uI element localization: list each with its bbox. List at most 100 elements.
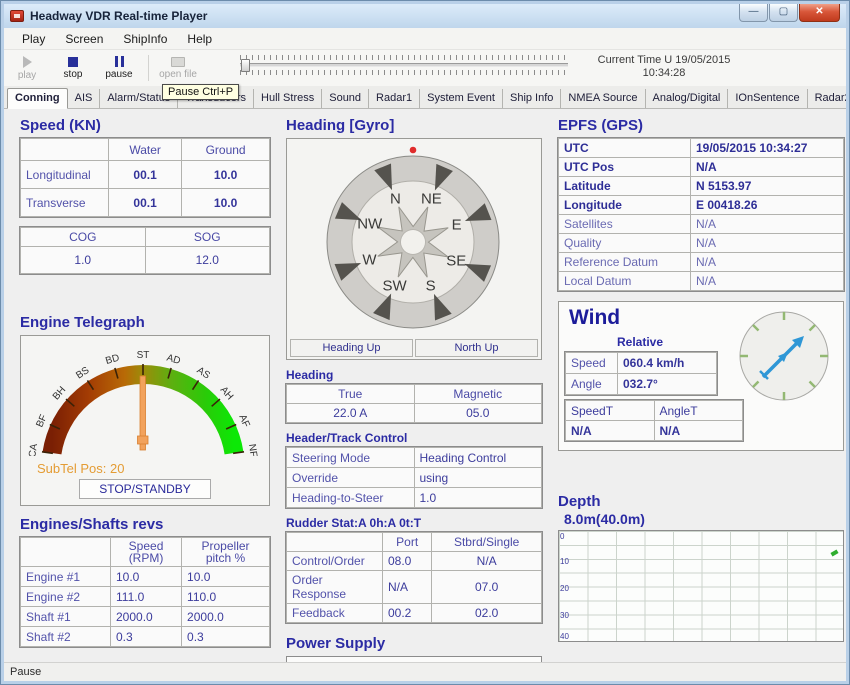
tab-conning[interactable]: Conning (7, 88, 68, 109)
current-time-clock: 10:34:28 (584, 67, 744, 80)
maximize-button[interactable]: ▢ (769, 4, 798, 22)
heading-up-button[interactable]: Heading Up (290, 339, 413, 357)
table-row: Local Datum N/A (559, 272, 844, 291)
telegraph-label: ST (137, 350, 150, 361)
sog-value: 12.0 (145, 247, 270, 274)
table-row: Quality N/A (559, 234, 844, 253)
status-bar: Pause (4, 662, 846, 681)
stop-button[interactable]: stop (50, 51, 96, 85)
compass-rose: N NE E SE S SW W NW (290, 142, 536, 332)
subtel-position: SubTel Pos: 20 (37, 461, 267, 476)
current-time-date: Current Time U 19/05/2015 (584, 54, 744, 67)
speed-title: Speed (KN) (20, 117, 270, 134)
tab-nmea-source[interactable]: NMEA Source (561, 89, 645, 108)
telegraph-label: AS (195, 365, 212, 382)
table-row: Latitude N 5153.97 (559, 177, 844, 196)
pause-button[interactable]: pause (96, 51, 142, 85)
wind-title: Wind (569, 306, 620, 330)
tab-hull-stress[interactable]: Hull Stress (254, 89, 322, 108)
stop-icon (68, 57, 78, 67)
tab-sound[interactable]: Sound (322, 89, 369, 108)
speed-table: Water Ground Longitudinal 00.1 10.0 Tran… (20, 138, 270, 217)
cog-header: COG (21, 228, 146, 247)
telegraph-label: AF (236, 413, 251, 429)
tab-analog-digital[interactable]: Analog/Digital (646, 89, 729, 108)
slider-thumb[interactable] (241, 59, 250, 72)
status-text: Pause (10, 666, 41, 678)
rudder-col-port: Port (383, 533, 432, 552)
table-row: Heading-to-Steer 1.0 (287, 488, 542, 508)
speed-col-water: Water (109, 139, 182, 161)
table-row: 22.0 A 05.0 (287, 404, 542, 423)
tab-ais[interactable]: AIS (68, 89, 101, 108)
tab-radar1[interactable]: Radar1 (369, 89, 420, 108)
rudder-col-stbrd: Stbrd/Single (432, 533, 542, 552)
compass-point-sw: SW (383, 277, 408, 294)
telegraph-label: BD (104, 353, 120, 367)
compass-point-se: SE (446, 252, 466, 269)
telegraph-dial: CA BF BH BS BD ST AD AS AH AF NF (23, 340, 263, 456)
power-supply-title: Power Supply (286, 635, 542, 652)
engine-telegraph-gauge: CA BF BH BS BD ST AD AS AH AF NF SubTel … (20, 335, 270, 506)
rudder-table: Port Stbrd/Single Control/Order 08.0 N/A… (286, 532, 542, 623)
compass-point-e: E (452, 216, 462, 233)
heading-title: Heading (286, 368, 542, 382)
wind-true-table: SpeedT AngleT N/A N/A (565, 400, 743, 441)
engine-telegraph-title: Engine Telegraph (20, 314, 270, 331)
current-time: Current Time U 19/05/2015 10:34:28 (584, 54, 744, 80)
table-row: Feedback 00.2 02.0 (287, 604, 542, 623)
tab-system-event[interactable]: System Event (420, 89, 503, 108)
play-button-label: play (18, 70, 36, 81)
table-row: Override using (287, 468, 542, 488)
table-row: Longitudinal 00.1 10.0 (21, 161, 270, 189)
heading-table: True Magnetic 22.0 A 05.0 (286, 384, 542, 423)
cog-sog-table: COG SOG 1.0 12.0 (20, 227, 270, 274)
timeline-slider[interactable] (240, 55, 568, 75)
table-row: Angle 032.7° (566, 374, 717, 395)
engines-shafts-title: Engines/Shafts revs (20, 516, 270, 533)
table-row: Shaft #1 2000.0 2000.0 (21, 607, 270, 627)
slider-ticks-top (240, 55, 568, 60)
slider-ticks-bottom (240, 70, 568, 75)
telegraph-label: CA (27, 443, 40, 456)
tab-ship-info[interactable]: Ship Info (503, 89, 561, 108)
stop-standby-button[interactable]: STOP/STANDBY (79, 479, 211, 499)
toolbar: play stop pause open file Current Time U… (4, 50, 846, 86)
gyro-compass-panel: N NE E SE S SW W NW Heading Up North Up (286, 138, 542, 360)
slider-track[interactable] (240, 63, 568, 67)
sog-header: SOG (145, 228, 270, 247)
north-up-button[interactable]: North Up (415, 339, 538, 357)
menu-play[interactable]: Play (12, 29, 55, 49)
engines-shafts-table: Speed(RPM) Propellerpitch % Engine #1 10… (20, 537, 270, 647)
menu-shipinfo[interactable]: ShipInfo (113, 29, 177, 49)
table-row: Order Response N/A 07.0 (287, 571, 542, 604)
telegraph-label: NF (246, 443, 259, 456)
depth-ytick: 20 (560, 584, 569, 593)
cog-value: 1.0 (21, 247, 146, 274)
play-button[interactable]: play (4, 51, 50, 85)
table-row: SpeedT AngleT (566, 401, 743, 421)
wind-relative-label: Relative (617, 335, 663, 349)
table-row: Reference Datum N/A (559, 253, 844, 272)
menu-screen[interactable]: Screen (55, 29, 113, 49)
lubber-line-marker (410, 147, 417, 154)
tab-bar: Conning AIS Alarm/Status Transducers Hul… (4, 86, 846, 109)
title-bar[interactable]: Headway VDR Real-time Player — ▢ ✕ (4, 4, 846, 28)
pause-tooltip: Pause Ctrl+P (162, 84, 239, 100)
table-row: Satellites N/A (559, 215, 844, 234)
es-col-pitch: Propellerpitch % (182, 538, 270, 567)
stop-button-label: stop (64, 69, 83, 80)
table-row: UTC 19/05/2015 10:34:27 (559, 139, 844, 158)
open-file-button[interactable]: open file (155, 51, 201, 85)
open-file-icon (171, 57, 185, 67)
tab-radar2[interactable]: Radar2 (808, 89, 846, 108)
table-row: UTC Pos N/A (559, 158, 844, 177)
close-button[interactable]: ✕ (799, 4, 840, 22)
track-control-table: Steering Mode Heading Control Override u… (286, 447, 542, 508)
telegraph-label: BF (34, 413, 49, 429)
depth-ytick: 40 (560, 632, 569, 641)
tab-ionsentence[interactable]: IOnSentence (728, 89, 807, 108)
minimize-button[interactable]: — (739, 4, 768, 22)
gyro-title: Heading [Gyro] (286, 117, 542, 134)
menu-help[interactable]: Help (177, 29, 222, 49)
